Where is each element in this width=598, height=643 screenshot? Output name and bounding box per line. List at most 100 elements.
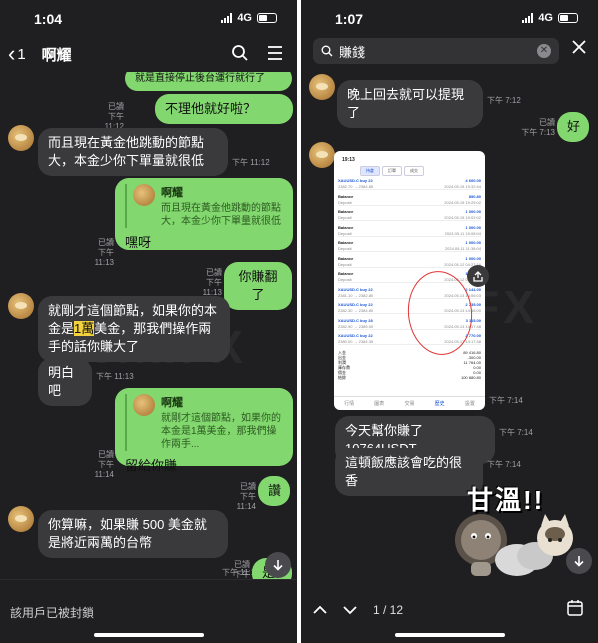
screenshot-time: 19:13	[342, 157, 355, 163]
row-value: 1 000.00	[465, 240, 481, 245]
screenshot-row: Balance Deposit 890.80 2024.05.15 19:25:02	[338, 193, 481, 206]
read-receipt: 已讀 下午 11:14	[236, 482, 256, 511]
calendar-icon[interactable]	[566, 599, 584, 617]
search-results-footer: 1 / 12	[301, 579, 598, 643]
row-value: 1 000.00	[465, 224, 481, 230]
chat-header: ‹ 1 啊耀	[0, 36, 297, 72]
row-symbol: Balance	[338, 224, 354, 230]
message-bubble[interactable]: 你賺翻了	[224, 262, 292, 310]
clear-search-button[interactable]: ✕	[537, 44, 551, 58]
menu-icon[interactable]	[267, 44, 283, 62]
search-input[interactable]	[339, 43, 519, 59]
row-detail: 2381.10 → 2382.80	[338, 292, 374, 298]
trade-history-screenshot[interactable]: 19:13 持倉 訂單 成交 XAUUSD.C buy 22 2382.70 → …	[334, 151, 485, 410]
screenshot-nav-item: 歷史	[434, 401, 445, 407]
screenshot-nav-item: 交易	[404, 401, 415, 407]
message-time: 下午 11:13	[96, 372, 134, 381]
row-symbol: Balance	[338, 193, 354, 199]
quote-text: 就剛才這個節點，如果你的本金是1萬美金，那我們操作兩手...	[161, 413, 281, 450]
screenshot-tab: 持倉	[360, 166, 380, 176]
avatar[interactable]	[8, 506, 34, 532]
message-bubble[interactable]: 讚	[258, 476, 290, 506]
screenshot-nav-item: 行情	[344, 401, 355, 407]
row-detail: 2382.90 → 2385.00	[338, 323, 374, 329]
message-bubble[interactable]: 晚上回去就可以提現了	[337, 80, 483, 128]
message-list[interactable]: 就是直接停止後台運行就行了 已讀 下午 11:12 不理他就好啦？ 而且現在黃金他…	[0, 72, 297, 579]
quote-avatar	[133, 394, 155, 416]
message-time: 下午 7:12	[487, 96, 521, 105]
message-bubble[interactable]: 就剛才這個節點，如果你的本金是1萬美金，那我們操作兩手的話你賺大了	[38, 296, 230, 362]
avatar[interactable]	[309, 142, 335, 168]
share-icon	[473, 271, 483, 282]
screenshot-nav: 行情 圖表 交易 歷史 設置	[334, 396, 485, 410]
message-time: 下午 7:14	[499, 428, 533, 437]
screenshot-row: Balance Deposit 1 000.00 2024.05.11 15:08:0…	[338, 224, 481, 237]
row-symbol: Balance	[338, 209, 354, 214]
avatar[interactable]	[8, 293, 34, 319]
unread-count: 1	[17, 45, 26, 63]
network-label: 4G	[237, 12, 252, 24]
row-value: 4 600.00	[465, 178, 481, 183]
reply-bubble[interactable]: 啊耀 就剛才這個節點，如果你的本金是1萬美金，那我們操作兩手... 留給你賺	[115, 388, 293, 473]
avatar[interactable]	[8, 125, 34, 151]
avatar[interactable]	[309, 74, 335, 100]
row-detail: Deposit	[338, 277, 352, 282]
row-symbol: XAUUSD.C buy 22	[338, 333, 373, 338]
reply-text: 留給你賺	[125, 458, 178, 473]
message-bubble[interactable]: 而且現在黃金他跳動的節點大，本金少你下單量就很低	[38, 128, 228, 176]
blocked-footer: 該用戶已被封鎖	[0, 579, 297, 643]
row-date: 2024.05.15 19:25:02	[444, 199, 481, 205]
back-button[interactable]: ‹ 1	[8, 43, 26, 65]
row-value: 890.80	[468, 193, 481, 199]
message-bubble[interactable]: 不理他就好啦？	[155, 94, 293, 124]
screenshot-row: Balance Deposit 1 000.00 2024.05.15 15:02:0…	[338, 208, 481, 221]
row-detail: 2382.30 → 2384.80	[338, 308, 374, 313]
row-date: 2024.05.15 15:02:02	[444, 215, 481, 220]
quote-author: 啊耀	[161, 397, 183, 409]
screenshot-summary: 入金 89 416.80 出金 -300.00 利潤 11 764.00 庫存費 0.00 佣金…	[338, 350, 481, 380]
message-bubble[interactable]: 好	[557, 112, 589, 142]
previous-result-icon[interactable]	[311, 601, 329, 619]
read-receipt: 已讀下午 11:15	[234, 560, 250, 579]
status-bar: 1:07 4G	[301, 0, 598, 36]
close-icon[interactable]	[570, 38, 588, 56]
screenshot-row: Balance Deposit 1 000.00 2024.05.12 04:27:1…	[338, 255, 481, 268]
battery-icon	[257, 13, 277, 23]
sticker-text: 甘溫!!	[467, 485, 545, 515]
chat-screen-left: WikiFX 1:04 4G ‹ 1 啊耀 就是直接停止後台運行就行了 已讀下午…	[0, 0, 297, 643]
row-value: 1 000.00	[465, 209, 481, 214]
search-icon[interactable]	[231, 44, 249, 62]
home-indicator[interactable]	[395, 633, 505, 637]
scroll-to-bottom-button[interactable]	[566, 548, 592, 574]
chat-screen-right: WikiFX 1:07 4G ✕ 晚上回去就可以提現了 下午 7:12 好 已讀…	[301, 0, 598, 643]
network-label: 4G	[538, 12, 553, 24]
arrow-down-icon	[273, 560, 283, 571]
battery-icon	[558, 13, 578, 23]
quote-author: 啊耀	[161, 187, 183, 199]
row-detail: 2380.00 → 2384.35	[338, 339, 374, 344]
row-date: 2024.05.11 11:38:04	[444, 246, 481, 251]
arrow-down-icon	[574, 556, 584, 567]
summary-value: 100 880.80	[460, 375, 481, 380]
row-value: 1 000.00	[465, 255, 481, 261]
message-bubble[interactable]: 你算嘛，如果賺 500 美金就是將近兩萬的台幣	[38, 510, 228, 558]
message-bubble[interactable]: 明白吧	[38, 358, 92, 406]
row-detail: Deposit	[338, 230, 352, 236]
quoted-message[interactable]: 啊耀 就剛才這個節點，如果你的本金是1萬美金，那我們操作兩手...	[125, 394, 283, 451]
read-receipt: 已讀 下午 11:13	[94, 238, 114, 267]
quoted-message[interactable]: 啊耀 而且現在黃金他跳動的節點大，本金少你下單量就很低	[125, 184, 283, 228]
message-bubble[interactable]: 就是直接停止後台運行就行了	[125, 72, 292, 91]
search-bar[interactable]: ✕	[313, 38, 559, 64]
row-symbol: Balance	[338, 240, 354, 245]
read-receipt: 已讀 下午 7:13	[521, 118, 555, 137]
reply-bubble[interactable]: 啊耀 而且現在黃金他跳動的節點大，本金少你下單量就很低 嘿呀	[115, 178, 293, 250]
scroll-to-bottom-button[interactable]	[265, 552, 291, 578]
row-detail: 2382.70 → 2384.85	[338, 184, 374, 189]
search-highlight: 1萬	[74, 321, 95, 336]
read-receipt: 已讀 下午 11:13	[202, 268, 222, 297]
share-button[interactable]	[467, 265, 489, 287]
screenshot-tab: 成交	[404, 166, 424, 176]
next-result-icon[interactable]	[341, 601, 359, 619]
home-indicator[interactable]	[94, 633, 204, 637]
sticker[interactable]: 甘溫!!	[451, 480, 581, 580]
